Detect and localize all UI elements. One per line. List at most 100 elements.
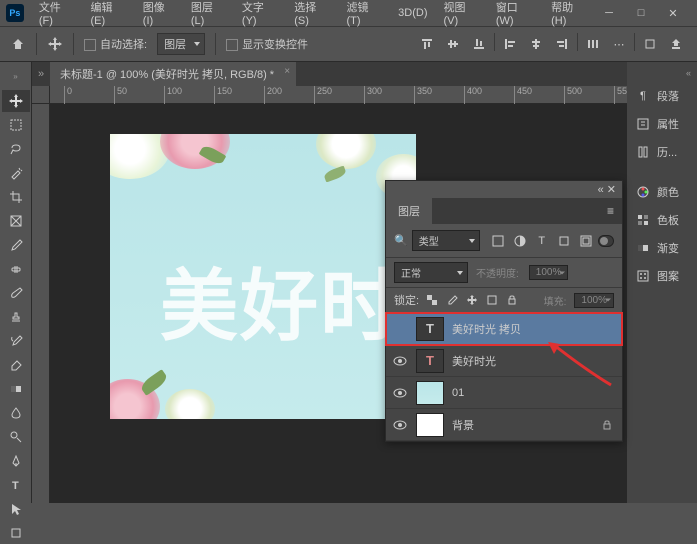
marquee-tool[interactable]: [2, 114, 30, 136]
align-hcenter-icon[interactable]: [525, 33, 547, 55]
layers-panel-tab[interactable]: 图层: [386, 198, 432, 224]
distribute-h-icon[interactable]: [582, 33, 604, 55]
panel-properties[interactable]: 属性: [627, 110, 697, 138]
brush-tool[interactable]: [2, 282, 30, 304]
lasso-tool[interactable]: [2, 138, 30, 160]
lock-paint-icon[interactable]: [445, 293, 459, 307]
filter-toggle[interactable]: [598, 235, 614, 247]
visibility-toggle[interactable]: [392, 385, 408, 401]
share-icon[interactable]: [665, 33, 687, 55]
panel-paragraph[interactable]: ¶段落: [627, 82, 697, 110]
menu-window[interactable]: 窗口(W): [489, 0, 542, 30]
document-tab[interactable]: 未标题-1 @ 100% (美好时光 拷贝, RGB/8) * ×: [50, 62, 296, 86]
menu-edit[interactable]: 编辑(E): [83, 0, 133, 30]
shape-tool[interactable]: [2, 522, 30, 544]
panel-gradient[interactable]: 渐变: [627, 234, 697, 262]
menu-view[interactable]: 视图(V): [437, 0, 487, 30]
layer-thumbnail[interactable]: T: [416, 349, 444, 373]
layer-thumbnail[interactable]: [416, 381, 444, 405]
visibility-toggle[interactable]: [392, 417, 408, 433]
filter-type-icon[interactable]: T: [534, 233, 550, 249]
stamp-tool[interactable]: [2, 306, 30, 328]
healing-tool[interactable]: [2, 258, 30, 280]
lock-position-icon[interactable]: [465, 293, 479, 307]
3d-mode-icon[interactable]: [639, 33, 661, 55]
layer-row[interactable]: T 美好时光 拷贝: [386, 313, 622, 345]
ruler-horizontal[interactable]: 0 50 100 150 200 250 300 350 400 450 500…: [50, 86, 627, 104]
filter-pixel-icon[interactable]: [490, 233, 506, 249]
close-button[interactable]: ✕: [661, 4, 685, 22]
filter-type-dropdown[interactable]: 类型: [412, 230, 480, 251]
lock-all-icon[interactable]: [505, 293, 519, 307]
show-transform-checkbox[interactable]: 显示变换控件: [226, 36, 308, 52]
menu-filter[interactable]: 滤镜(T): [340, 0, 390, 30]
canvas[interactable]: 美好时: [110, 134, 416, 419]
more-options-icon[interactable]: ⋯: [608, 33, 630, 55]
toolbar-expand-icon[interactable]: »: [11, 66, 21, 86]
menu-image[interactable]: 图像(I): [136, 0, 182, 30]
menu-3d[interactable]: 3D(D): [391, 4, 434, 22]
minimize-button[interactable]: ─: [597, 4, 621, 22]
layer-row[interactable]: 背景: [386, 409, 622, 441]
magic-wand-tool[interactable]: [2, 162, 30, 184]
layer-row[interactable]: T 美好时光: [386, 345, 622, 377]
ruler-vertical[interactable]: [32, 104, 50, 503]
layer-name[interactable]: 背景: [452, 417, 594, 433]
blur-tool[interactable]: [2, 402, 30, 424]
auto-select-target-dropdown[interactable]: 图层: [157, 33, 205, 55]
tab-scroll-icon[interactable]: »: [32, 68, 50, 80]
menu-help[interactable]: 帮助(H): [544, 0, 595, 30]
align-left-icon[interactable]: [499, 33, 521, 55]
type-tool[interactable]: T: [2, 474, 30, 496]
menu-layer[interactable]: 图层(L): [184, 0, 233, 30]
lock-artboard-icon[interactable]: [485, 293, 499, 307]
frame-tool[interactable]: [2, 210, 30, 232]
lock-icon: [602, 419, 616, 431]
layer-name[interactable]: 美好时光 拷贝: [452, 321, 616, 337]
menu-file[interactable]: 文件(F): [32, 0, 82, 30]
panel-menu-icon[interactable]: ≡: [599, 200, 622, 222]
panel-history[interactable]: 历...: [627, 138, 697, 166]
document-tabs: » 未标题-1 @ 100% (美好时光 拷贝, RGB/8) * ×: [32, 62, 627, 86]
home-icon[interactable]: [10, 36, 26, 52]
blend-mode-dropdown[interactable]: 正常: [394, 262, 468, 283]
layer-thumbnail[interactable]: T: [416, 317, 444, 341]
close-tab-icon[interactable]: ×: [284, 66, 290, 77]
layer-thumbnail[interactable]: [416, 413, 444, 437]
ruler-origin[interactable]: [32, 86, 50, 104]
fill-input[interactable]: 100%: [574, 293, 614, 308]
move-tool[interactable]: [2, 90, 30, 112]
panel-collapse-icon[interactable]: « ✕: [598, 183, 616, 196]
path-select-tool[interactable]: [2, 498, 30, 520]
layer-name[interactable]: 01: [452, 387, 616, 399]
eyedropper-tool[interactable]: [2, 234, 30, 256]
filter-smart-icon[interactable]: [578, 233, 594, 249]
dock-collapse-icon[interactable]: «: [627, 68, 697, 82]
lock-transparent-icon[interactable]: [425, 293, 439, 307]
dodge-tool[interactable]: [2, 426, 30, 448]
align-top-icon[interactable]: [416, 33, 438, 55]
gradient-tool[interactable]: [2, 378, 30, 400]
visibility-toggle[interactable]: [392, 321, 408, 337]
search-icon[interactable]: 🔍: [394, 234, 408, 247]
filter-adjust-icon[interactable]: [512, 233, 528, 249]
pen-tool[interactable]: [2, 450, 30, 472]
history-brush-tool[interactable]: [2, 330, 30, 352]
panel-color[interactable]: 颜色: [627, 178, 697, 206]
align-vcenter-icon[interactable]: [442, 33, 464, 55]
panel-pattern[interactable]: 图案: [627, 262, 697, 290]
auto-select-checkbox[interactable]: 自动选择:: [84, 36, 147, 52]
menu-type[interactable]: 文字(Y): [235, 0, 285, 30]
opacity-input[interactable]: 100%: [529, 265, 569, 280]
layer-name[interactable]: 美好时光: [452, 353, 616, 369]
crop-tool[interactable]: [2, 186, 30, 208]
filter-shape-icon[interactable]: [556, 233, 572, 249]
align-right-icon[interactable]: [551, 33, 573, 55]
layer-row[interactable]: 01: [386, 377, 622, 409]
eraser-tool[interactable]: [2, 354, 30, 376]
visibility-toggle[interactable]: [392, 353, 408, 369]
menu-select[interactable]: 选择(S): [287, 0, 337, 30]
panel-swatches[interactable]: 色板: [627, 206, 697, 234]
align-bottom-icon[interactable]: [468, 33, 490, 55]
maximize-button[interactable]: □: [629, 4, 653, 22]
